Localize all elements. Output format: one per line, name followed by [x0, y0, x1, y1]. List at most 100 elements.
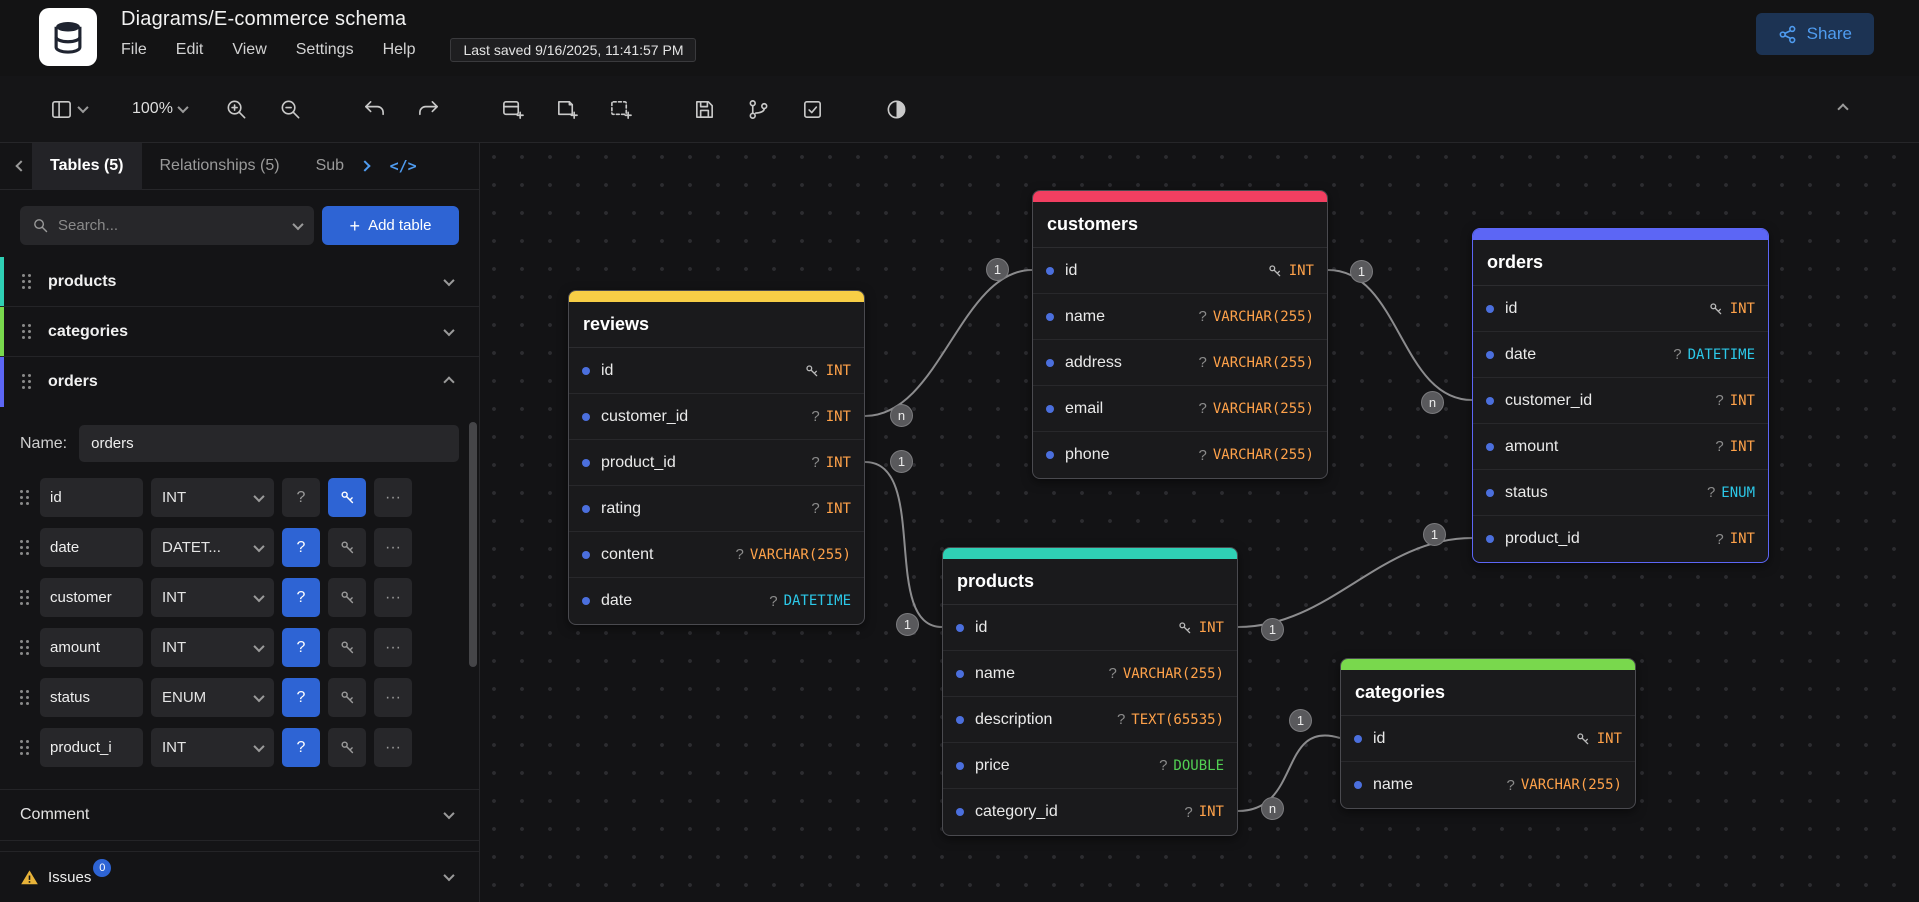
search-input[interactable]: [58, 217, 285, 234]
share-button[interactable]: Share: [1756, 13, 1874, 55]
primary-key-toggle[interactable]: [328, 528, 366, 567]
drag-handle-icon[interactable]: [20, 640, 30, 656]
menu-edit[interactable]: Edit: [176, 41, 204, 59]
field-row[interactable]: phone ?VARCHAR(255): [1033, 432, 1327, 478]
field-name-input[interactable]: [40, 528, 143, 567]
drag-handle-icon[interactable]: [20, 540, 30, 556]
add-table-button[interactable]: [493, 89, 533, 129]
relationship-products-orders[interactable]: [1238, 538, 1472, 627]
field-row[interactable]: name ?VARCHAR(255): [1033, 294, 1327, 340]
field-row[interactable]: product_id ?INT: [1473, 516, 1768, 562]
field-name-input[interactable]: [40, 678, 143, 717]
field-row[interactable]: category_id ?INT: [943, 789, 1237, 835]
menu-file[interactable]: File: [121, 41, 147, 59]
theme-toggle-button[interactable]: [877, 89, 917, 129]
primary-key-toggle[interactable]: [328, 578, 366, 617]
field-row[interactable]: date ?DATETIME: [569, 578, 864, 624]
comment-section-toggle[interactable]: Comment: [0, 789, 479, 841]
collapse-toolbar-button[interactable]: [1823, 89, 1863, 129]
field-row[interactable]: id INT: [1033, 248, 1327, 294]
field-more-button[interactable]: ···: [374, 628, 412, 667]
field-row[interactable]: name ?VARCHAR(255): [1341, 762, 1635, 808]
nullable-toggle[interactable]: ?: [282, 528, 320, 567]
nullable-toggle[interactable]: ?: [282, 478, 320, 517]
menu-view[interactable]: View: [232, 41, 266, 59]
field-row[interactable]: date ?DATETIME: [1473, 332, 1768, 378]
sidebar-item-categories[interactable]: categories: [0, 307, 479, 357]
zoom-in-button[interactable]: [217, 89, 257, 129]
table-card-products[interactable]: products id INT name ?VARCHAR(255) descr…: [942, 547, 1238, 836]
table-title[interactable]: products: [943, 559, 1237, 605]
relationship-customers-reviews[interactable]: [865, 270, 1032, 416]
field-type-select[interactable]: INT: [151, 628, 274, 667]
tab-subject-areas[interactable]: Sub: [298, 143, 354, 190]
relationship-reviews-products[interactable]: [865, 462, 942, 627]
primary-key-toggle[interactable]: [328, 628, 366, 667]
drag-handle-icon[interactable]: [20, 740, 30, 756]
sidebar-item-orders[interactable]: orders: [0, 357, 479, 407]
issues-bar[interactable]: Issues 0: [0, 851, 479, 902]
field-row[interactable]: customer_id ?INT: [569, 394, 864, 440]
diagram-canvas[interactable]: 1 n 1 n 1 1 1 1 n 1 reviews id INT custo…: [480, 143, 1919, 902]
layout-panels-button[interactable]: [48, 89, 88, 129]
chevron-up-icon[interactable]: [443, 376, 454, 387]
primary-key-toggle[interactable]: [328, 678, 366, 717]
relationship-customers-orders[interactable]: [1328, 270, 1472, 400]
field-row[interactable]: content ?VARCHAR(255): [569, 532, 864, 578]
tab-tables[interactable]: Tables (5): [32, 143, 142, 190]
field-name-input[interactable]: [40, 578, 143, 617]
relationships-button[interactable]: [739, 89, 779, 129]
chevron-down-icon[interactable]: [443, 274, 454, 285]
drag-handle-icon[interactable]: [22, 324, 32, 340]
drag-handle-icon[interactable]: [22, 274, 32, 290]
field-type-select[interactable]: ENUM: [151, 678, 274, 717]
redo-button[interactable]: [409, 89, 449, 129]
sidebar-item-products[interactable]: products: [0, 257, 479, 307]
save-button[interactable]: [685, 89, 725, 129]
nullable-toggle[interactable]: ?: [282, 678, 320, 717]
field-row[interactable]: email ?VARCHAR(255): [1033, 386, 1327, 432]
drag-handle-icon[interactable]: [22, 374, 32, 390]
field-more-button[interactable]: ···: [374, 478, 412, 517]
field-row[interactable]: address ?VARCHAR(255): [1033, 340, 1327, 386]
field-row[interactable]: amount ?INT: [1473, 424, 1768, 470]
field-type-select[interactable]: DATET...: [151, 528, 274, 567]
zoom-level-dropdown[interactable]: 100%: [132, 89, 187, 129]
field-type-select[interactable]: INT: [151, 578, 274, 617]
relationship-products-categories[interactable]: [1238, 735, 1340, 811]
table-title[interactable]: customers: [1033, 202, 1327, 248]
field-row[interactable]: id INT: [1473, 286, 1768, 332]
field-row[interactable]: product_id ?INT: [569, 440, 864, 486]
primary-key-toggle[interactable]: [328, 728, 366, 767]
field-row[interactable]: name ?VARCHAR(255): [943, 651, 1237, 697]
tabs-scroll-left[interactable]: [10, 162, 32, 170]
menu-help[interactable]: Help: [383, 41, 416, 59]
tabs-scroll-right[interactable]: [354, 162, 376, 170]
field-row[interactable]: price ?DOUBLE: [943, 743, 1237, 789]
field-row[interactable]: status ?ENUM: [1473, 470, 1768, 516]
field-row[interactable]: customer_id ?INT: [1473, 378, 1768, 424]
add-area-button[interactable]: [601, 89, 641, 129]
field-name-input[interactable]: [40, 628, 143, 667]
drag-handle-icon[interactable]: [20, 690, 30, 706]
field-type-select[interactable]: INT: [151, 728, 274, 767]
field-more-button[interactable]: ···: [374, 728, 412, 767]
table-name-input[interactable]: [79, 425, 459, 462]
field-name-input[interactable]: [40, 478, 143, 517]
table-title[interactable]: categories: [1341, 670, 1635, 716]
table-search[interactable]: [20, 206, 314, 245]
field-row[interactable]: description ?TEXT(65535): [943, 697, 1237, 743]
field-more-button[interactable]: ···: [374, 678, 412, 717]
nullable-toggle[interactable]: ?: [282, 628, 320, 667]
field-row[interactable]: id INT: [569, 348, 864, 394]
app-logo[interactable]: [39, 8, 97, 66]
table-card-orders[interactable]: orders id INT date ?DATETIME customer_id…: [1472, 228, 1769, 563]
todo-button[interactable]: [793, 89, 833, 129]
field-type-select[interactable]: INT: [151, 478, 274, 517]
table-card-reviews[interactable]: reviews id INT customer_id ?INT product_…: [568, 290, 865, 625]
zoom-out-button[interactable]: [271, 89, 311, 129]
field-row[interactable]: rating ?INT: [569, 486, 864, 532]
table-card-customers[interactable]: customers id INT name ?VARCHAR(255) addr…: [1032, 190, 1328, 479]
undo-button[interactable]: [355, 89, 395, 129]
field-more-button[interactable]: ···: [374, 528, 412, 567]
